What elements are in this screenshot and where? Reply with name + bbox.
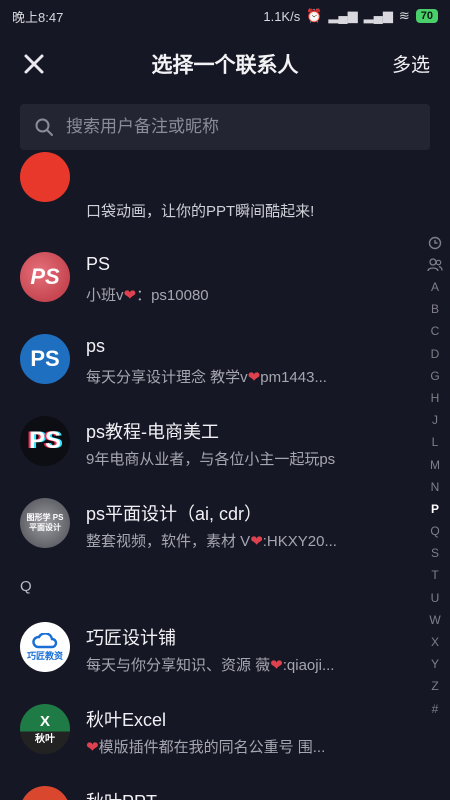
index-letter-hash[interactable]: #	[420, 698, 450, 720]
avatar: PS	[20, 416, 70, 466]
avatar: PS	[20, 252, 70, 302]
battery-indicator: 70	[415, 9, 438, 23]
index-letter-b[interactable]: B	[420, 298, 450, 320]
contact-row[interactable]: X 秋叶 秋叶Excel ❤模版插件都在我的同名公重号 围...	[0, 692, 410, 772]
index-letter-n[interactable]: N	[420, 476, 450, 498]
excel-icon: X	[39, 713, 50, 730]
heart-icon: ❤	[270, 657, 283, 674]
index-letter-g[interactable]: G	[420, 365, 450, 387]
heart-icon: ❤	[250, 533, 263, 550]
contact-desc: 每天与你分享知识、资源 薇❤:qiaoji...	[86, 657, 335, 674]
index-letter-z[interactable]: Z	[420, 675, 450, 697]
status-time: 晚上8:47	[12, 9, 64, 25]
alarm-icon: ⏰	[306, 8, 323, 23]
index-letter-m[interactable]: M	[420, 454, 450, 476]
contact-name: 秋叶Excel	[86, 710, 167, 730]
contact-name: ps平面设计（ai, cdr）	[86, 504, 263, 524]
index-letter-s[interactable]: S	[420, 542, 450, 564]
index-letter-d[interactable]: D	[420, 343, 450, 365]
page-title: 选择一个联系人	[151, 54, 299, 77]
friends-icon[interactable]	[427, 254, 443, 276]
contact-name: 巧匠设计铺	[86, 628, 176, 648]
contact-desc: 每天分享设计理念 教学v❤pm1443...	[86, 369, 327, 386]
index-letter-p[interactable]: P	[420, 498, 450, 520]
index-letter-t[interactable]: T	[420, 564, 450, 586]
contact-desc: ❤模版插件都在我的同名公重号 围...	[86, 739, 326, 756]
alphabet-index[interactable]: A B C D G H J L M N P Q S T U W X Y Z #	[420, 232, 450, 720]
search-bar[interactable]	[20, 104, 430, 150]
index-letter-h[interactable]: H	[420, 387, 450, 409]
index-letter-c[interactable]: C	[420, 320, 450, 342]
avatar: 巧匠教资	[20, 622, 70, 672]
avatar-text: PS	[30, 346, 60, 371]
avatar-text: PS	[28, 427, 61, 454]
contact-name: ps教程-电商美工	[86, 422, 220, 442]
cloud-icon	[32, 632, 58, 648]
avatar: 图形学 PS平面设计	[20, 498, 70, 548]
contact-desc: 整套视频，软件，素材 V❤:HKXY20...	[86, 533, 337, 550]
avatar-text: PS	[30, 264, 60, 289]
section-header-q: Q	[20, 578, 32, 595]
index-letter-y[interactable]: Y	[420, 653, 450, 675]
avatar	[20, 152, 70, 202]
avatar: PS	[20, 334, 70, 384]
index-letter-j[interactable]: J	[420, 409, 450, 431]
heart-icon: ❤	[123, 287, 137, 304]
index-letter-l[interactable]: L	[420, 431, 450, 453]
index-letter-u[interactable]: U	[420, 587, 450, 609]
status-bar: 晚上8:47 1.1K/s ⏰ ▂▄▆ ▂▄▆ ≋ 70	[0, 0, 450, 32]
avatar	[20, 786, 70, 800]
contact-row[interactable]: 口袋动画，让你的PPT瞬间酷起来!	[0, 152, 410, 238]
contact-desc: 口袋动画，让你的PPT瞬间酷起来!	[86, 203, 315, 220]
search-icon	[35, 118, 53, 136]
avatar-text: 图形学 PS平面设计	[26, 513, 64, 532]
contact-desc: 小班v❤：ps10080	[86, 287, 209, 304]
recent-clock-icon[interactable]	[428, 232, 442, 254]
search-input[interactable]	[64, 116, 408, 138]
index-letter-x[interactable]: X	[420, 631, 450, 653]
contact-row[interactable]: PS ps教程-电商美工 9年电商从业者，与各位小主一起玩ps	[0, 404, 410, 484]
contact-row[interactable]: PS PS 小班v❤：ps10080	[0, 240, 410, 320]
index-letter-q[interactable]: Q	[420, 520, 450, 542]
avatar: X 秋叶	[20, 704, 70, 754]
contact-name: PS	[86, 254, 111, 274]
signal-icon-2: ▂▄▆	[363, 8, 393, 23]
contact-row[interactable]: 图形学 PS平面设计 ps平面设计（ai, cdr） 整套视频，软件，素材 V❤…	[0, 486, 410, 566]
contact-row[interactable]: 秋叶PPT	[0, 774, 410, 800]
index-letters: A B C D G H J L M N P Q S T U W X Y Z #	[420, 276, 450, 720]
index-letter-w[interactable]: W	[420, 609, 450, 631]
signal-icon: ▂▄▆	[328, 8, 358, 23]
multi-select-button[interactable]: 多选	[392, 50, 430, 77]
contact-desc: 9年电商从业者，与各位小主一起玩ps	[86, 451, 336, 468]
heart-icon: ❤	[247, 369, 261, 386]
close-button[interactable]	[16, 46, 52, 82]
avatar-text: 巧匠教资	[26, 650, 63, 661]
contact-row[interactable]: PS ps 每天分享设计理念 教学v❤pm1443...	[0, 322, 410, 402]
header: 选择一个联系人 多选	[0, 32, 450, 96]
contact-name: 秋叶PPT	[86, 788, 157, 800]
avatar-text: 秋叶	[35, 734, 55, 745]
status-icons: 1.1K/s ⏰ ▂▄▆ ▂▄▆ ≋ 70	[263, 8, 438, 24]
network-speed: 1.1K/s	[263, 8, 301, 24]
contact-name: ps	[86, 336, 106, 356]
close-icon	[24, 54, 44, 74]
heart-icon: ❤	[86, 739, 99, 756]
index-letter-a[interactable]: A	[420, 276, 450, 298]
contact-row[interactable]: 巧匠教资 巧匠设计铺 每天与你分享知识、资源 薇❤:qiaoji...	[0, 610, 410, 690]
wifi-icon: ≋	[398, 8, 410, 23]
